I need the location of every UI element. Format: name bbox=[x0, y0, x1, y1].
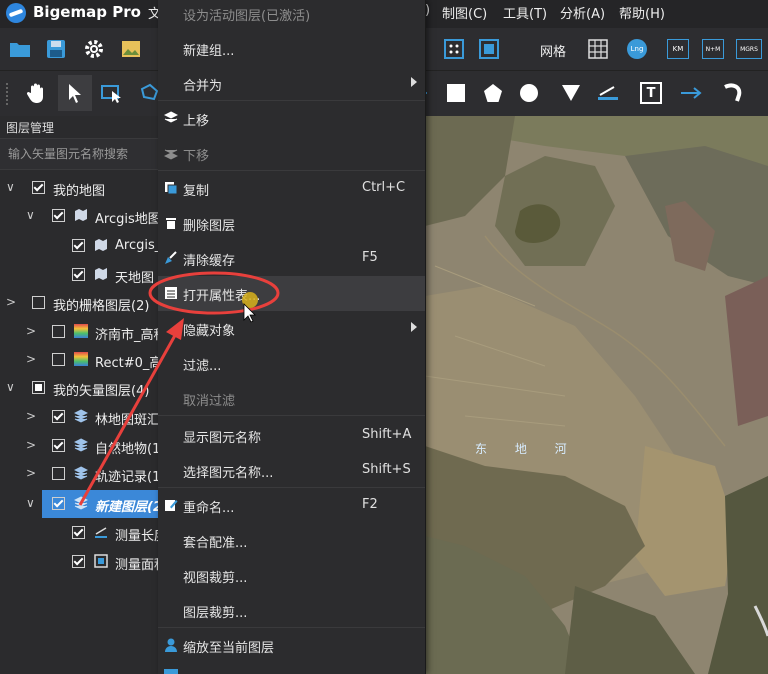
highlight-ellipse bbox=[148, 271, 280, 315]
annotation-overlay bbox=[78, 271, 280, 506]
annotation-arrowhead bbox=[166, 318, 184, 340]
annotation-arrow-line bbox=[78, 329, 180, 506]
